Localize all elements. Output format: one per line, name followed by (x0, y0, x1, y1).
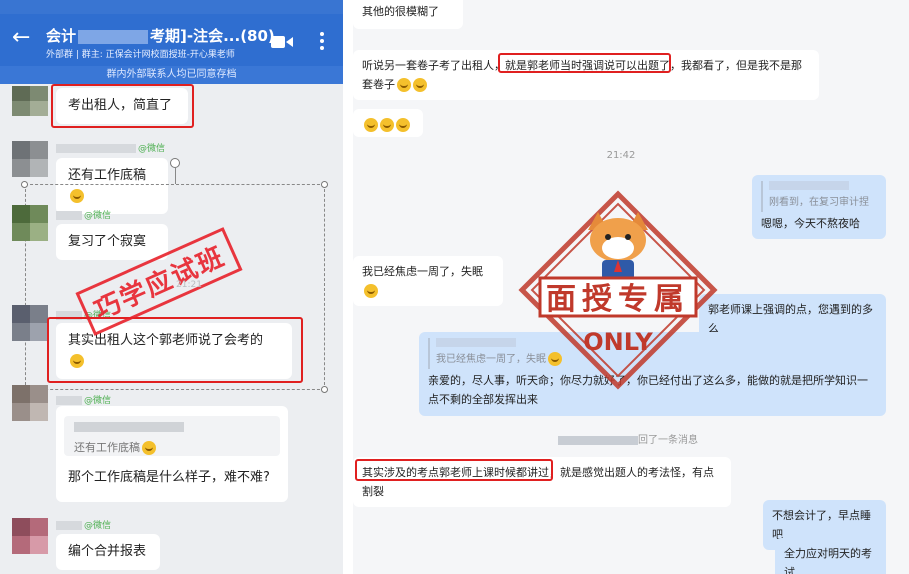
message-bubble[interactable]: 全力应对明天的考试 (775, 538, 886, 574)
back-arrow-icon[interactable]: ← (12, 26, 32, 50)
timestamp: 21:42 (606, 150, 636, 161)
archive-notice: 群内外部联系人均已同意存档 (0, 66, 343, 84)
sender-name: @微信 (56, 208, 112, 221)
highlight-box (51, 84, 194, 128)
quoted-message: 刚看到，在复习审计捏 (761, 181, 877, 212)
emoji-icon (413, 78, 427, 92)
message-bubble[interactable]: 编个合并报表 (56, 534, 160, 570)
group-title-prefix: 会计 (46, 27, 77, 45)
sender-suffix: @微信 (84, 521, 112, 531)
video-call-icon[interactable] (271, 35, 293, 49)
blurred-sender (56, 521, 82, 530)
emoji-icon (364, 284, 378, 298)
recall-notice: 回了一条消息 (553, 431, 703, 446)
rotate-handle-line (175, 168, 176, 184)
resize-handle[interactable] (321, 386, 328, 393)
resize-handle[interactable] (21, 181, 28, 188)
blurred-sender (56, 144, 136, 153)
recall-text: 回了一条消息 (638, 435, 698, 446)
highlight-box (47, 317, 303, 383)
avatar[interactable] (12, 518, 48, 554)
highlight-box (355, 459, 553, 481)
more-options-icon[interactable] (318, 30, 326, 52)
emoji-icon (380, 118, 394, 132)
sender-suffix: @微信 (84, 211, 112, 221)
emoji-icon (396, 118, 410, 132)
message-text-pre: 听说另一套卷子考了出租人， (362, 59, 505, 72)
quoted-text: 刚看到，在复习审计捏 (769, 197, 869, 208)
message-bubble[interactable]: 还有工作底稿 那个工作底稿是什么样子，难不难? (56, 406, 288, 502)
message-bubble[interactable]: 我已经焦虑一周了，失眠 (353, 256, 503, 306)
quoted-text: 还有工作底稿 (74, 441, 140, 454)
sender-suffix: @微信 (138, 144, 166, 154)
watermark-sub-text: ONLY (583, 328, 653, 356)
watermark-main-text: 面授专属 (546, 282, 690, 317)
blurred-sender (56, 211, 82, 220)
message-text: 全力应对明天的考试 (784, 547, 872, 574)
blurred-quote-sender (436, 338, 516, 347)
message-text: 还有工作底稿 (68, 168, 147, 183)
exclusive-watermark-stamp: 面授专属 ONLY (518, 190, 718, 390)
message-bubble[interactable] (353, 109, 423, 137)
avatar[interactable] (12, 385, 48, 421)
group-subtitle: 外部群 | 群主: 正保会计网校面授班-开心果老师 (46, 50, 235, 60)
resize-handle[interactable] (321, 181, 328, 188)
chat-header: ← 会计 考期]-注会...(80) 外部群 | 群主: 正保会计网校面授班-开心… (0, 14, 343, 66)
message-text: 我已经焦虑一周了，失眠 (362, 265, 483, 278)
group-title-suffix: 考期]-注会...(80) (150, 27, 275, 45)
blurred-quote-sender (769, 181, 849, 190)
emoji-icon (142, 441, 156, 455)
left-chat-screenshot: ← 会计 考期]-注会...(80) 外部群 | 群主: 正保会计网校面授班-开心… (0, 0, 343, 574)
message-text: 不想会计了，早点睡吧 (772, 509, 871, 541)
message-text: 编个合并报表 (68, 544, 147, 559)
blurred-quote-sender (74, 422, 184, 432)
group-title: 会计 考期]-注会...(80) (46, 25, 275, 46)
rotate-handle[interactable] (170, 158, 180, 168)
message-bubble[interactable]: 其他的很模糊了 (353, 0, 463, 29)
highlight-box (498, 53, 671, 73)
avatar[interactable] (12, 305, 48, 341)
blurred-sender (56, 396, 82, 405)
sender-name: @微信 (56, 141, 166, 154)
avatar[interactable] (12, 141, 48, 177)
avatar[interactable] (12, 86, 48, 116)
message-text: 其他的很模糊了 (362, 5, 439, 18)
quoted-message: 还有工作底稿 (64, 416, 280, 456)
status-bar (0, 0, 343, 14)
sender-name: @微信 (56, 518, 112, 531)
fox-mascot-icon (588, 212, 648, 280)
message-bubble[interactable]: 刚看到，在复习审计捏 嗯嗯，今天不熬夜哈 (752, 175, 886, 239)
sender-suffix: @微信 (84, 396, 112, 406)
sender-name: @微信 (56, 393, 112, 406)
message-text: 复习了个寂寞 (68, 234, 147, 249)
blurred-recall-name (558, 435, 638, 445)
emoji-icon (397, 78, 411, 92)
emoji-icon (364, 118, 378, 132)
avatar[interactable] (12, 205, 48, 241)
message-bubble[interactable]: 复习了个寂寞 (56, 224, 168, 260)
message-text: 那个工作底稿是什么样子，难不难? (68, 470, 270, 485)
message-text: 郭老师课上强调的点，您遇到的多么 (708, 303, 873, 335)
message-text: 嗯嗯，今天不熬夜哈 (761, 217, 860, 230)
faded-timestamp: 21:21 (176, 280, 202, 290)
blurred-title-part (78, 29, 149, 44)
